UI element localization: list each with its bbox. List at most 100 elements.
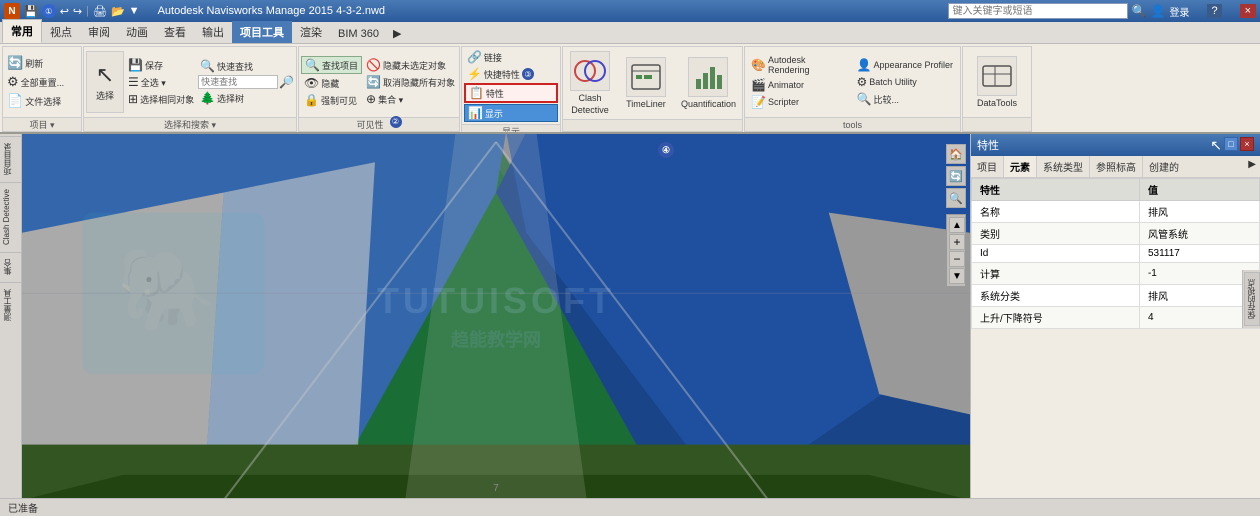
nav-up[interactable]: ▲ [949,217,965,233]
tab-render[interactable]: 渲染 [292,21,330,43]
window-close-btn[interactable]: × [1240,4,1256,18]
find-go-icon[interactable]: 🔎 [279,75,294,89]
panel-restore-btn[interactable]: □ [1224,137,1238,151]
btn-appearance-profiler[interactable]: 👤 Appearance Profiler [855,57,957,73]
btn-find-items[interactable]: 🔍 查找项目 [301,56,362,74]
user-icon[interactable]: 👤 [1150,4,1165,18]
btn-datatools[interactable]: DataTools [973,54,1021,110]
tab-output[interactable]: 输出 [194,21,232,43]
tab-ref-level[interactable]: 参照标高 [1090,156,1143,177]
btn-batch-utility[interactable]: ⚙ Batch Utility [855,74,957,90]
tool-orbit[interactable]: 🔄 [946,166,966,186]
tab-viewpoint[interactable]: 视点 [42,21,80,43]
qa-redo[interactable]: ↪ [73,5,82,18]
nav-item-project-tree[interactable]: 项目目录 [0,136,21,181]
tab-project[interactable]: 项目 [971,156,1004,177]
tab-system-type[interactable]: 系统类型 [1037,156,1090,177]
tab-bim360[interactable]: BIM 360 [330,25,387,43]
ribbon-group-visibility: 🔍 查找项目 👁 隐藏 🔒 强制可见 🚫 隐藏未选定对象 � [298,46,460,132]
btn-select-all[interactable]: ☰ 全选 ▾ [126,74,196,90]
btn-animator[interactable]: 🎬 Animator [749,77,851,93]
title-text: Autodesk Navisworks Manage 2015 4-3-2.nw… [158,5,385,17]
viewport-tools: 🏠 🔄 🔍 [946,144,966,208]
search-icon[interactable]: 🔍 [1132,4,1147,18]
tab-created[interactable]: 创建的 [1143,156,1185,177]
btn-unhide-all[interactable]: 🔄 取消隐藏所有对象 [364,74,457,90]
btn-select-tree[interactable]: 🌲 选择树 [198,90,294,106]
btn-reset-all[interactable]: ⚙ 全部重置... [5,73,66,91]
nav-zoom-out[interactable]: − [949,251,965,267]
nav-zoom-in[interactable]: + [949,234,965,250]
sign-in-label[interactable]: 登录 [1169,4,1189,19]
prop-compute-label: 计算 [972,263,1140,285]
btn-select-same[interactable]: ⊞ 选择相同对象 [126,91,196,107]
btn-quick-props[interactable]: ⚡ 快捷特性 ③ [464,66,558,82]
ribbon-group-clash: Clash Detective TimeLiner [562,46,743,132]
btn-save[interactable]: 💾 保存 [126,57,196,73]
row-rise-drop: 上升/下降符号 4 [972,307,1260,329]
tab-animation[interactable]: 动画 [118,21,156,43]
rendering-icon: 🎨 [751,58,766,72]
prop-risedrop-label: 上升/下降符号 [972,307,1140,329]
qa-arrow[interactable]: ▼ [129,5,140,17]
refresh-icon: 🔄 [7,55,23,71]
tab-more[interactable]: ▶ [387,24,407,43]
ribbon-tab-bar: 常用 视点 审阅 动画 查看 输出 项目工具 渲染 BIM 360 ▶ [0,22,1260,44]
btn-timeliner[interactable]: TimeLiner [621,55,671,111]
btn-refresh[interactable]: 🔄 刷新 [5,54,66,72]
status-text: 已准备 [8,500,38,515]
qa-undo[interactable]: ↩ [60,5,69,18]
btn-hide[interactable]: 👁 隐藏 [301,75,362,91]
btn-display[interactable]: 📊 显示 [464,104,558,122]
btn-quantification[interactable]: Quantification [677,55,740,111]
tool-zoom[interactable]: 🔍 [946,188,966,208]
row-system-class: 系统分类 排风 [972,285,1260,307]
btn-hide-unselected[interactable]: 🚫 隐藏未选定对象 [364,57,457,73]
clash-label: Clash [578,93,601,103]
prop-name-label: 名称 [972,201,1140,223]
scripter-icon: 📝 [751,95,766,109]
btn-properties[interactable]: 📋 特性 [464,83,558,103]
nav-item-collections[interactable]: 集合 [0,252,21,281]
row-category: 类别 风管系统 [972,223,1260,245]
nav-item-tools[interactable]: 测量工具 [0,282,21,327]
properties-icon: 📋 [469,86,484,100]
col-header-value: 值 [1139,179,1259,201]
properties-panel: 特性 ↖ □ × 项目 元素 系统类型 参照标高 创建的 ▶ 特性 值 [970,134,1260,498]
nav-down[interactable]: ▼ [949,268,965,284]
qa-print[interactable]: 🖨 [93,5,107,18]
qa-circled1: ① [42,4,56,18]
tab-project-tools[interactable]: 项目工具 [232,21,292,43]
btn-file-select[interactable]: 📄 文件选择 [5,92,66,110]
help-icon[interactable]: ? [1207,4,1221,18]
qa-save[interactable]: 💾 [24,5,38,18]
btn-clash-detective[interactable]: Clash Detective [565,49,615,117]
side-tab-save[interactable]: 保存的视点 [1244,272,1260,326]
btn-require-visible[interactable]: 🔒 强制可见 [301,92,362,108]
btn-compare[interactable]: 🔍 比较... [855,91,957,107]
btn-autodesk-rendering[interactable]: 🎨 Autodesk Rendering [749,54,851,76]
btn-select-large[interactable]: ↖ 选择 [86,51,124,113]
tab-changyon[interactable]: 常用 [2,19,42,43]
btn-quick-find[interactable]: 🔍 快速查找 [198,58,294,74]
scene-svg [22,134,970,498]
btn-scripter[interactable]: 📝 Scripter [749,94,851,110]
quick-find-input-area[interactable]: 🔎 [198,75,294,89]
search-input[interactable] [948,3,1128,19]
btn-collections[interactable]: ⊕ 集合 ▾ [364,91,457,107]
group-label-project: 项目 ▾ [29,118,54,131]
quick-find-input[interactable] [198,75,278,89]
tab-element[interactable]: 元素 [1004,156,1037,177]
panel-close-btn[interactable]: × [1240,137,1254,151]
tab-review[interactable]: 审阅 [80,21,118,43]
tab-view[interactable]: 查看 [156,21,194,43]
datatools-label: DataTools [977,98,1017,108]
tool-home[interactable]: 🏠 [946,144,966,164]
tab-scroll-right[interactable]: ▶ [1244,156,1260,177]
hide-icon: 👁 [304,76,319,90]
annotation-4: ④ [658,142,674,158]
nav-item-clash[interactable]: Clash Detective [0,182,21,251]
display-icon: 📊 [468,106,483,120]
btn-link[interactable]: 🔗 链接 [464,49,558,65]
qa-open[interactable]: 📂 [111,5,125,18]
